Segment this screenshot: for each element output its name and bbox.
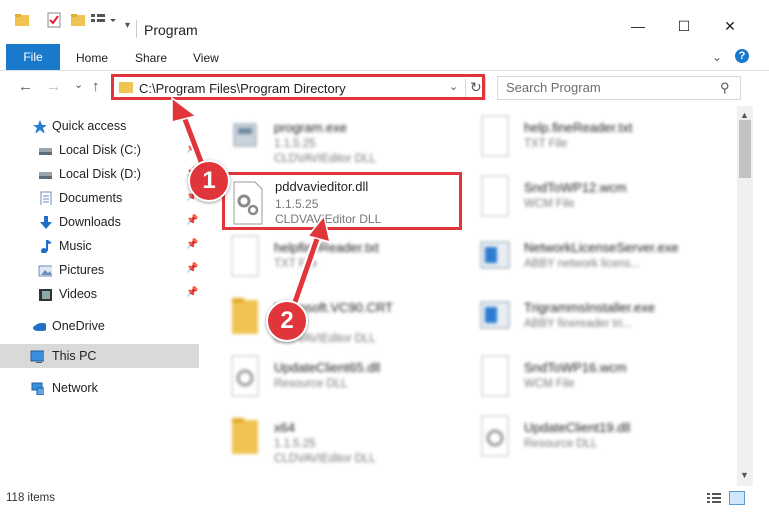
status-bar: 118 items — [0, 486, 769, 514]
annotation-arrows — [171, 96, 332, 310]
item-count: 118 items — [6, 492, 56, 504]
scroll-thumb[interactable] — [739, 120, 751, 178]
details-view-icon[interactable] — [707, 492, 721, 504]
arrow-head-icon — [171, 96, 198, 123]
vertical-scrollbar[interactable]: ▲ ▼ — [737, 106, 753, 486]
scroll-down-icon[interactable]: ▼ — [740, 470, 749, 480]
arrow-head-icon — [306, 214, 332, 244]
step-badge-2: 2 — [266, 300, 308, 342]
scroll-up-icon[interactable]: ▲ — [740, 110, 749, 120]
large-icons-view-icon[interactable] — [729, 491, 745, 505]
step-badge-1: 1 — [188, 160, 230, 202]
